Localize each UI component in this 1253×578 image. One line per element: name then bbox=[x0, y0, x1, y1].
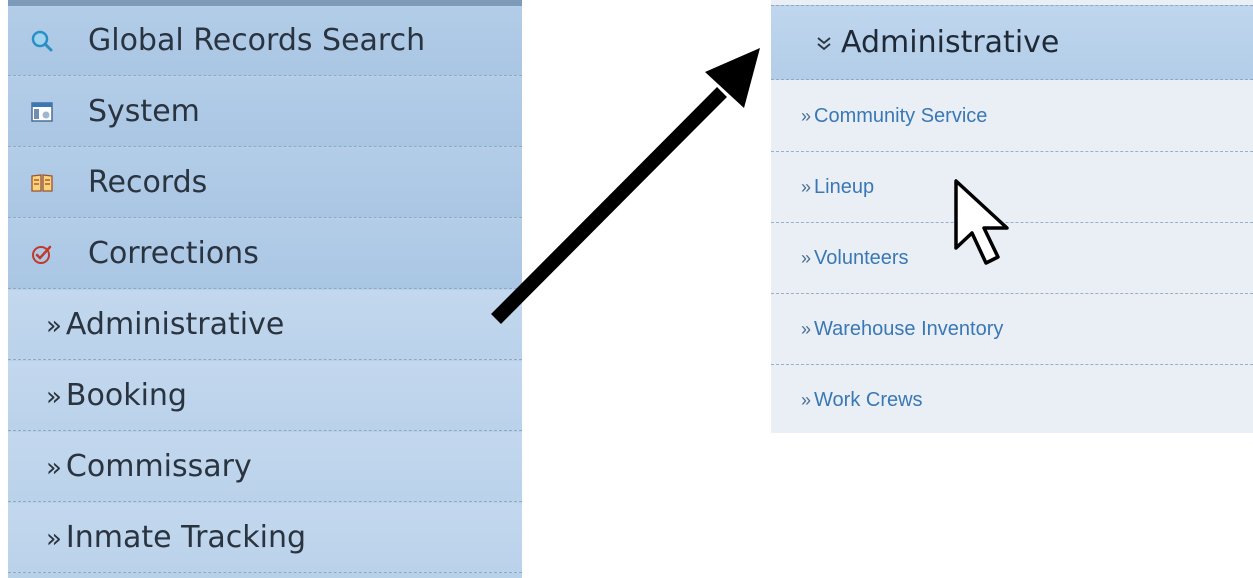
submenu-header-administrative[interactable]: Administrative bbox=[771, 5, 1253, 80]
left-navigation-menu: Global Records Search System Records Cor… bbox=[8, 0, 522, 578]
search-icon bbox=[30, 29, 54, 53]
submenu-link-community-service[interactable]: » Community Service bbox=[771, 81, 1253, 152]
submenu-link-label: Warehouse Inventory bbox=[814, 317, 1004, 340]
submenu-item-booking[interactable]: » Booking bbox=[8, 361, 522, 431]
double-chevron-right-icon: » bbox=[801, 247, 812, 268]
menu-item-corrections[interactable]: Corrections bbox=[8, 219, 522, 289]
double-chevron-right-icon: » bbox=[801, 105, 812, 126]
menu-item-records[interactable]: Records bbox=[8, 148, 522, 218]
submenu-link-label: Lineup bbox=[814, 175, 875, 198]
submenu-link-label: Work Crews bbox=[814, 389, 923, 411]
double-chevron-right-icon: » bbox=[46, 382, 62, 412]
menu-item-label: Corrections bbox=[88, 236, 259, 271]
double-chevron-right-icon: » bbox=[801, 176, 812, 197]
double-chevron-right-icon: » bbox=[46, 453, 62, 483]
submenu-item-label: Booking bbox=[65, 378, 187, 413]
submenu-item-label: Inmate Tracking bbox=[65, 520, 307, 555]
submenu-item-administrative[interactable]: » Administrative bbox=[8, 290, 522, 360]
menu-item-label: Global Records Search bbox=[88, 23, 426, 58]
submenu-item-inmate-tracking[interactable]: » Inmate Tracking bbox=[8, 503, 522, 573]
submenu-item-label: Commissary bbox=[65, 449, 252, 484]
menu-item-system[interactable]: System bbox=[8, 77, 522, 147]
menu-item-label: Records bbox=[88, 165, 208, 200]
submenu-header-label: Administrative bbox=[841, 25, 1060, 60]
submenu-link-label: Community Service bbox=[814, 104, 988, 127]
double-chevron-right-icon: » bbox=[46, 311, 62, 341]
submenu-item-commissary[interactable]: » Commissary bbox=[8, 432, 522, 502]
book-icon bbox=[30, 171, 54, 195]
double-chevron-right-icon: » bbox=[801, 390, 812, 410]
double-chevron-down-icon bbox=[815, 34, 833, 52]
mouse-pointer-icon bbox=[954, 179, 1009, 265]
submenu-link-warehouse-inventory[interactable]: » Warehouse Inventory bbox=[771, 294, 1253, 365]
double-chevron-right-icon: » bbox=[801, 318, 812, 339]
submenu-link-label: Volunteers bbox=[814, 246, 909, 269]
system-window-icon bbox=[30, 100, 54, 124]
double-chevron-right-icon: » bbox=[46, 524, 62, 554]
checkmark-circle-icon bbox=[30, 242, 54, 266]
menu-item-global-records-search[interactable]: Global Records Search bbox=[8, 6, 522, 76]
submenu-item-label: Administrative bbox=[65, 307, 285, 342]
submenu-link-work-crews[interactable]: » Work Crews bbox=[771, 365, 1253, 436]
menu-item-label: System bbox=[88, 94, 200, 129]
